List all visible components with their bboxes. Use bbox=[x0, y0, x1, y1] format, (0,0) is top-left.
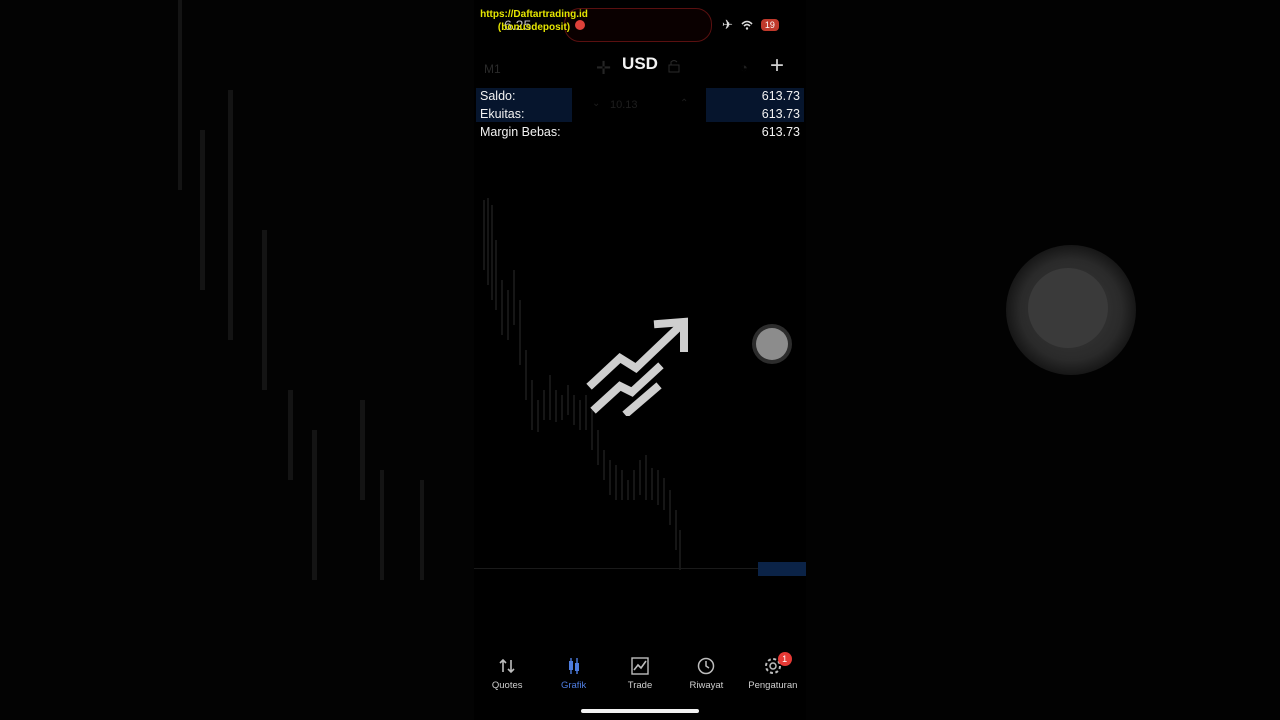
nav-trade[interactable]: Trade bbox=[607, 650, 673, 700]
equity-label: Ekuitas: bbox=[480, 107, 525, 121]
equity-value: 613.73 bbox=[761, 107, 800, 121]
airplane-icon: ✈ bbox=[722, 17, 733, 32]
nav-label: Pengaturan bbox=[748, 680, 798, 691]
timeframe-button[interactable]: M1 bbox=[484, 62, 501, 76]
add-order-button[interactable]: + bbox=[770, 52, 784, 80]
candlestick-icon bbox=[564, 656, 584, 676]
bottom-navigation: Quotes Grafik Trade Riwayat 1 Pengaturan bbox=[474, 650, 806, 700]
backdrop-candle bbox=[360, 400, 365, 500]
watermark-note: (bonusdeposit) bbox=[497, 22, 571, 33]
battery-icon: 19 bbox=[760, 19, 779, 31]
symbol-title[interactable]: USD bbox=[610, 54, 670, 74]
chart-toolbar: M1 ✛ USD ◔ + bbox=[474, 50, 806, 84]
nav-label: Grafik bbox=[560, 680, 587, 691]
home-indicator[interactable] bbox=[581, 709, 699, 713]
notification-badge: 1 bbox=[777, 652, 792, 666]
status-bar: 6.25 ✈ 19 https://Daftartrading.id (bonu… bbox=[474, 0, 806, 46]
balance-label: Saldo: bbox=[480, 89, 516, 103]
backdrop-candle bbox=[380, 470, 384, 580]
nav-pengaturan[interactable]: 1 Pengaturan bbox=[740, 650, 806, 700]
current-price-tag bbox=[758, 562, 806, 576]
one-click-trade-button[interactable] bbox=[756, 328, 788, 360]
free-margin-label: Margin Bebas: bbox=[480, 125, 561, 139]
free-margin-value: 613.73 bbox=[761, 125, 800, 139]
backdrop-candle bbox=[262, 230, 267, 390]
history-icon bbox=[696, 656, 716, 676]
backdrop-button bbox=[1028, 268, 1108, 348]
equity-row: Ekuitas: 613.73 bbox=[480, 107, 800, 125]
current-price-line bbox=[474, 568, 760, 569]
balance-value: 613.73 bbox=[761, 89, 800, 103]
nav-label: Trade bbox=[627, 680, 653, 691]
right-blurred-backdrop bbox=[806, 0, 1280, 720]
balance-row: Saldo: 613.73 bbox=[480, 89, 800, 107]
nav-label: Riwayat bbox=[689, 680, 724, 691]
line-chart-icon bbox=[630, 656, 650, 676]
watermark-url: https://Daftartrading.id bbox=[480, 9, 588, 20]
account-summary: ⌄ 10.13 ⌃ Saldo: 613.73 Ekuitas: 613.73 … bbox=[474, 88, 806, 144]
arrows-up-down-icon bbox=[497, 656, 517, 676]
backdrop-candle bbox=[200, 130, 205, 290]
nav-label: Quotes bbox=[491, 680, 523, 691]
backdrop-candle bbox=[312, 430, 317, 580]
nav-riwayat[interactable]: Riwayat bbox=[673, 650, 739, 700]
crosshair-icon[interactable]: ✛ bbox=[596, 58, 611, 79]
objects-icon[interactable]: ◔ bbox=[740, 60, 748, 75]
watermark: https://Daftartrading.id (bonusdeposit) bbox=[474, 8, 634, 34]
nav-quotes[interactable]: Quotes bbox=[474, 650, 540, 700]
phone-screen: 6.25 ✈ 19 https://Daftartrading.id (bonu… bbox=[474, 0, 806, 720]
backdrop-candle bbox=[228, 90, 233, 340]
indicator-icon[interactable] bbox=[667, 59, 681, 76]
left-blurred-backdrop bbox=[0, 0, 474, 720]
trend-arrow-icon bbox=[584, 316, 694, 418]
wifi-icon bbox=[741, 18, 753, 33]
backdrop-candle bbox=[288, 390, 293, 480]
nav-grafik[interactable]: Grafik bbox=[540, 650, 606, 700]
free-margin-row: Margin Bebas: 613.73 bbox=[480, 125, 800, 143]
status-icons: ✈ 19 bbox=[722, 17, 779, 33]
backdrop-candle bbox=[178, 0, 182, 190]
backdrop-candle bbox=[420, 480, 424, 580]
